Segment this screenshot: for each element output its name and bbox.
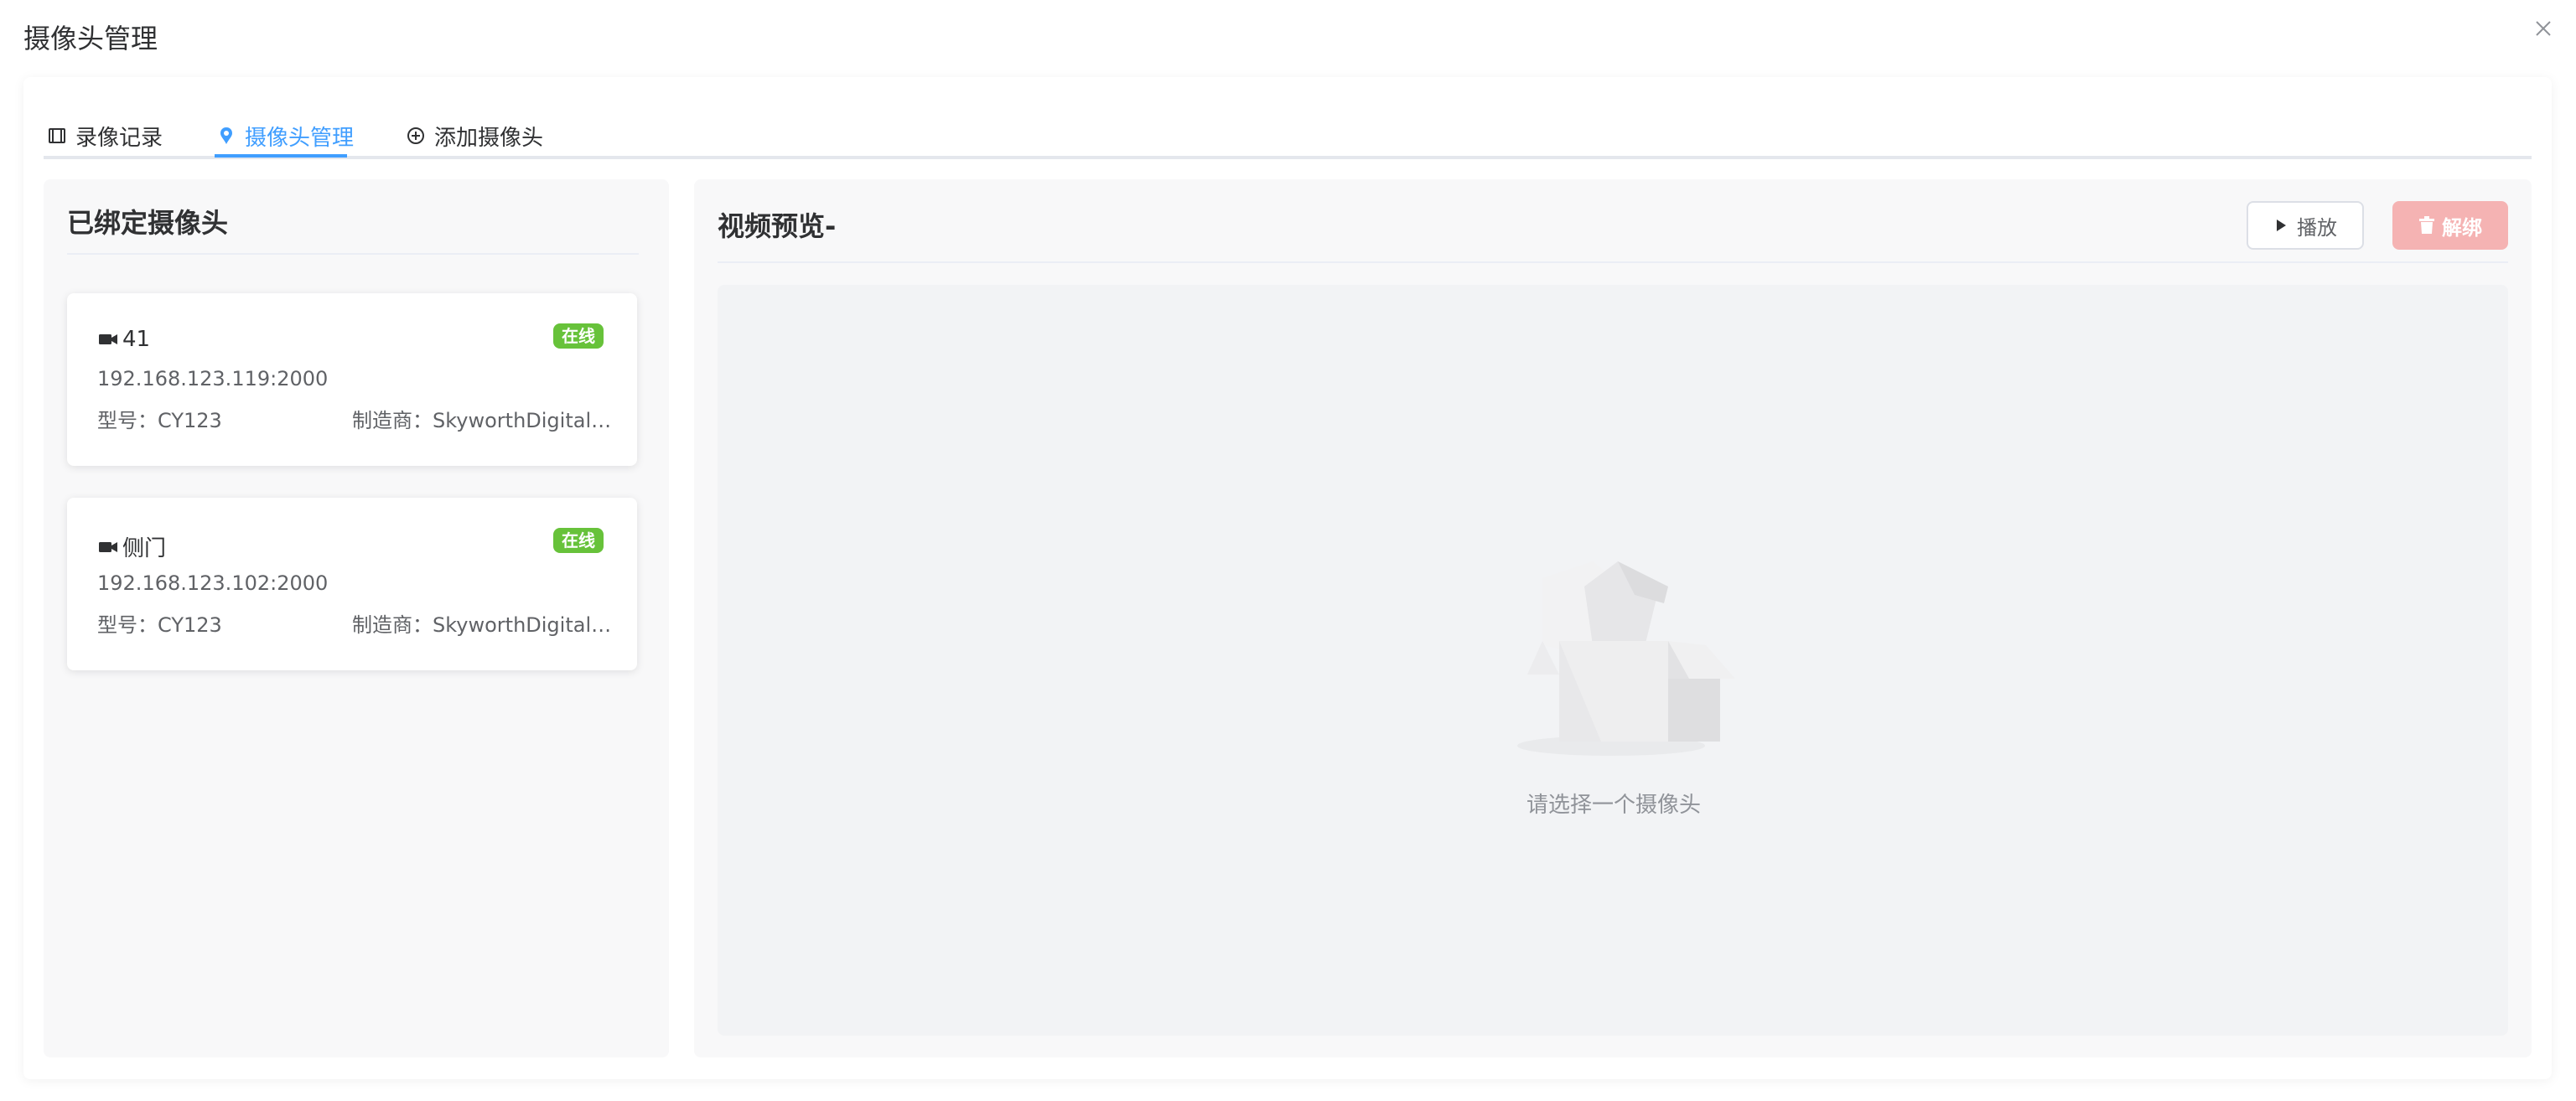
unbind-button[interactable]: 解绑 (2392, 201, 2508, 250)
camera-maker: 制造商：SkyworthDigitalTechnology (352, 613, 612, 637)
status-badge: 在线 (553, 528, 604, 553)
tab-camera-management[interactable]: 摄像头管理 (216, 116, 354, 156)
camera-card[interactable]: 侧门 在线 192.168.123.102:2000 型号：CY123 制造商：… (67, 498, 637, 670)
play-icon (2277, 220, 2286, 231)
play-button[interactable]: 播放 (2247, 201, 2364, 250)
empty-box-icon (1517, 561, 1735, 756)
video-preview-title: 视频预览- (718, 210, 837, 242)
trash-icon (2419, 216, 2434, 234)
plus-circle-icon (406, 126, 426, 146)
active-tab-indicator (215, 154, 347, 158)
film-icon (47, 126, 67, 146)
video-camera-icon (97, 536, 119, 558)
divider (718, 261, 2508, 263)
camera-model: 型号：CY123 (97, 409, 222, 432)
tab-recordings[interactable]: 录像记录 (47, 116, 163, 156)
tab-add-camera[interactable]: 添加摄像头 (406, 116, 543, 156)
video-camera-icon (97, 328, 119, 350)
tab-add-camera-label: 添加摄像头 (434, 125, 544, 151)
dialog-title: 摄像头管理 (23, 23, 158, 54)
camera-address: 192.168.123.119:2000 (97, 367, 329, 390)
camera-name: 侧门 (122, 536, 167, 561)
play-button-label: 播放 (2297, 215, 2337, 240)
camera-name: 41 (122, 327, 151, 352)
empty-state-text: 请选择一个摄像头 (1526, 793, 1701, 818)
status-badge: 在线 (553, 323, 604, 349)
camera-pin-icon (216, 126, 236, 146)
tab-camera-management-label: 摄像头管理 (245, 125, 355, 151)
divider (67, 253, 639, 255)
bound-cameras-title: 已绑定摄像头 (67, 207, 229, 239)
camera-dialog: 摄像头管理 录像记录 摄像头管理 添加摄像头 已绑定摄像头 41 在线 192.… (0, 0, 2576, 1101)
close-icon (2536, 21, 2551, 36)
unbind-button-label: 解绑 (2442, 215, 2482, 240)
camera-card[interactable]: 41 在线 192.168.123.119:2000 型号：CY123 制造商：… (67, 293, 637, 466)
tab-recordings-label: 录像记录 (75, 125, 163, 151)
camera-address: 192.168.123.102:2000 (97, 571, 329, 595)
camera-model: 型号：CY123 (97, 613, 222, 637)
camera-maker: 制造商：SkyworthDigitalTechnology (352, 409, 612, 432)
close-button[interactable] (2532, 17, 2555, 40)
tab-bar: 录像记录 摄像头管理 添加摄像头 (44, 107, 2532, 159)
